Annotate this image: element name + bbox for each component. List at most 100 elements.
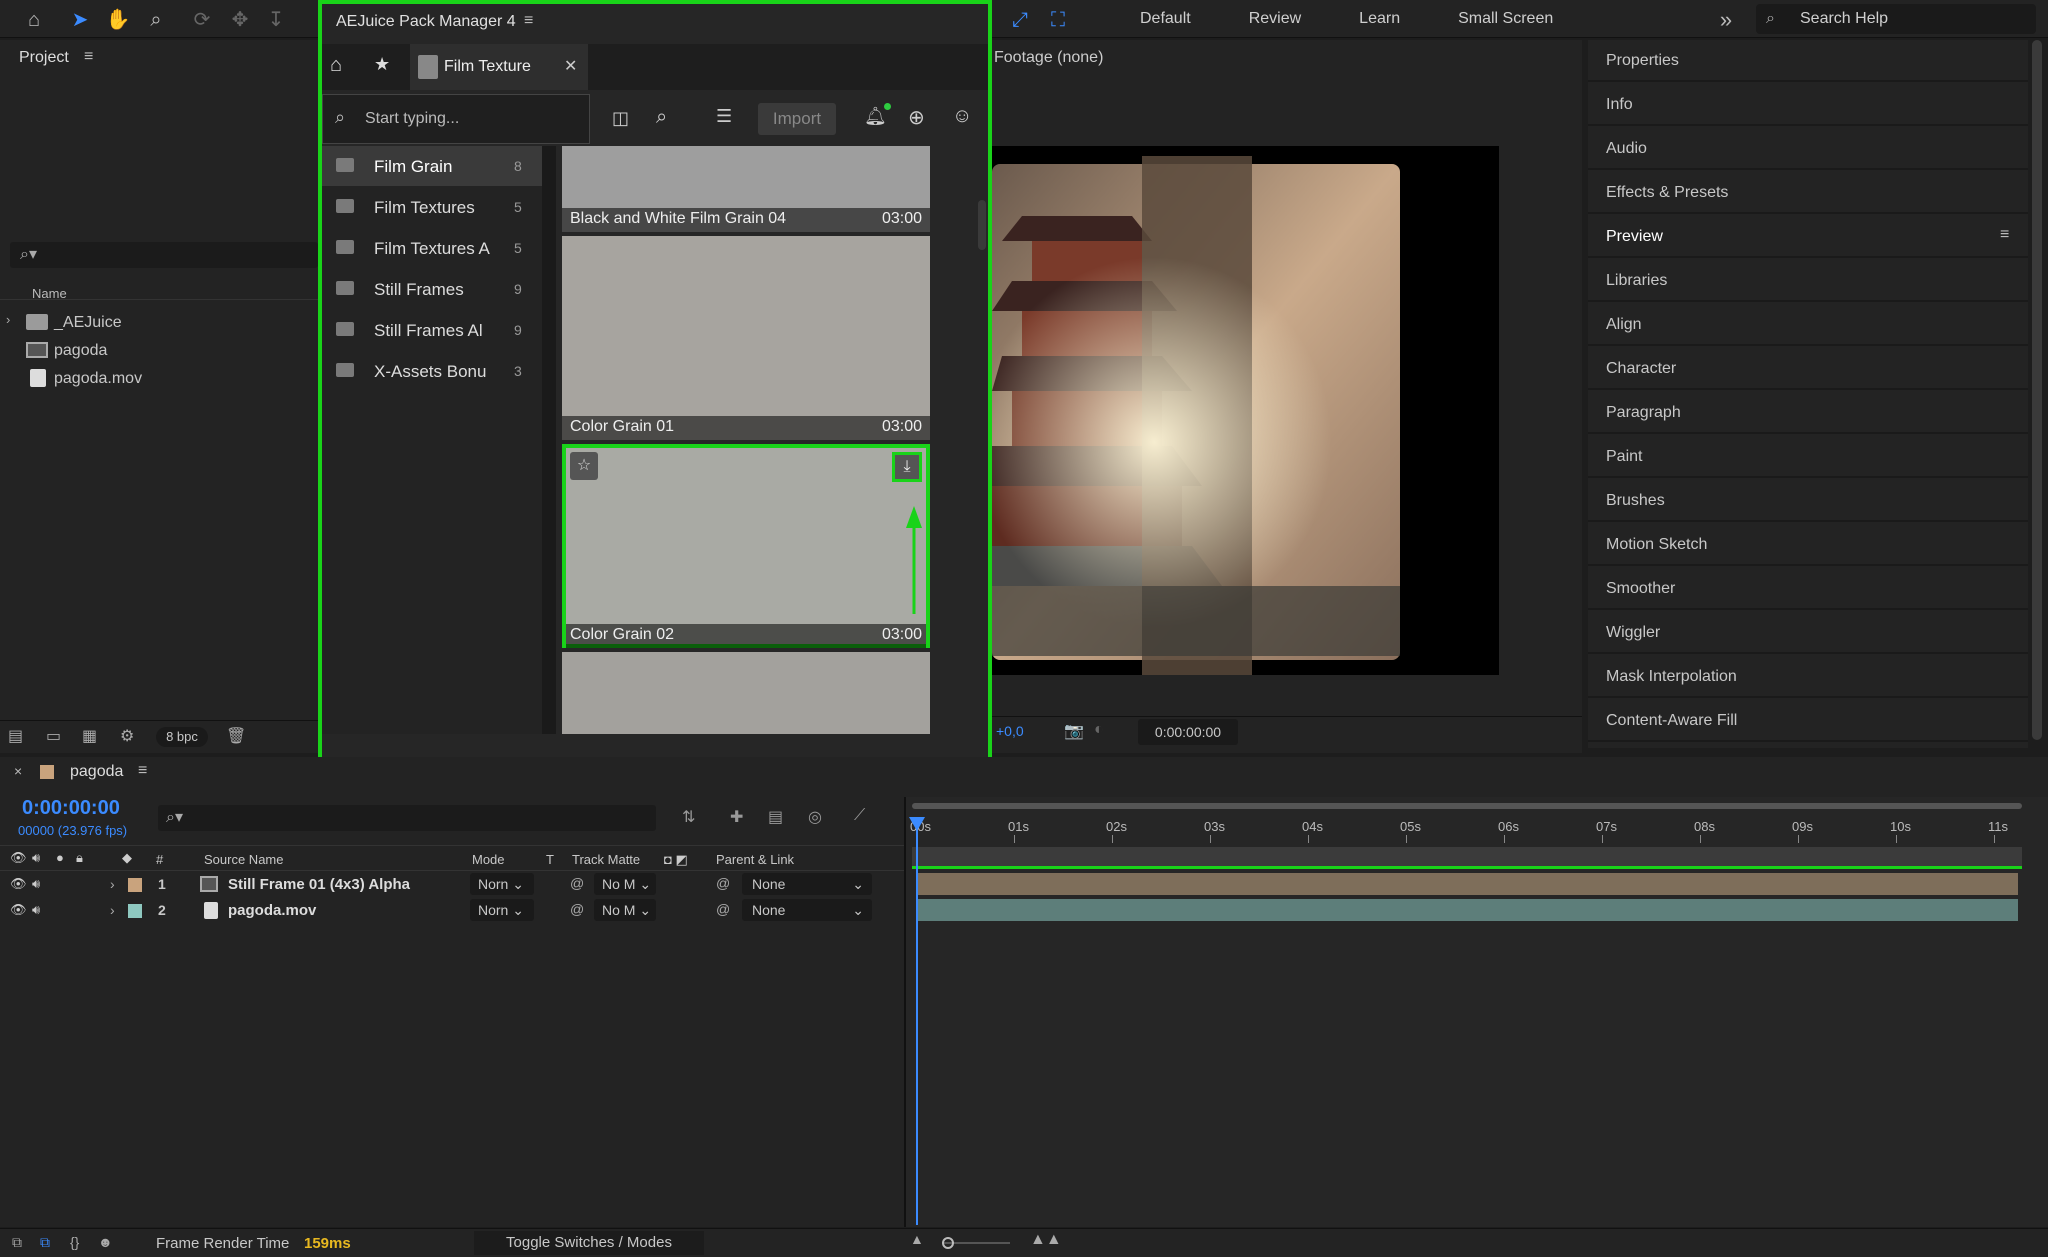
show-snapshot-icon[interactable]: ◐: [1094, 721, 1104, 739]
time-navigator[interactable]: [912, 803, 2022, 809]
parent-dropdown[interactable]: None ⌄: [742, 899, 872, 921]
workspace-learn[interactable]: Learn: [1359, 10, 1400, 28]
bell-icon[interactable]: 🔔︎: [864, 106, 887, 127]
track-matte-dropdown[interactable]: No M ⌄: [594, 899, 656, 921]
home-icon[interactable]: ⌂: [20, 6, 48, 34]
tab-film-texture[interactable]: Film Texture ✕: [410, 44, 588, 90]
panel-properties[interactable]: Properties: [1588, 40, 2028, 82]
close-icon[interactable]: ×: [14, 763, 22, 779]
category-scrollbar[interactable]: [542, 146, 556, 734]
layer-row[interactable]: 👁︎ 🔊︎ › 2 pagoda.mov Norn ⌄ @ No M ⌄ @ N…: [0, 899, 906, 923]
panel-paragraph[interactable]: Paragraph: [1588, 392, 2028, 434]
time-graph[interactable]: 00s 01s 02s 03s 04s 05s 06s 07s 08s 09s 10s 11s: [904, 797, 2048, 1227]
close-icon[interactable]: ✕: [564, 56, 577, 76]
audio-icon[interactable]: 🔊︎: [32, 876, 40, 892]
category-item[interactable]: X-Assets Bonu 3: [322, 351, 542, 391]
viewer-timecode[interactable]: 0:00:00:00: [1138, 719, 1238, 745]
favorite-star-icon[interactable]: ☆: [570, 452, 598, 480]
panel-mask-interpolation[interactable]: Mask Interpolation: [1588, 656, 2028, 698]
comp-flowchart-icon[interactable]: ⇅: [682, 807, 695, 827]
label-color-swatch[interactable]: [128, 904, 142, 918]
zoom-slider-handle[interactable]: [942, 1237, 954, 1249]
eye-icon[interactable]: 👁︎: [10, 876, 27, 892]
asset-card[interactable]: Color Grain 01 03:00: [562, 236, 930, 440]
asset-card[interactable]: Black and White Film Grain 04 03:00: [562, 146, 930, 232]
current-timecode[interactable]: 0:00:00:00: [22, 797, 120, 820]
panel-wiggler[interactable]: Wiggler: [1588, 612, 2028, 654]
zoom-in-icon[interactable]: ▲▲: [1030, 1231, 1062, 1249]
bit-depth-button[interactable]: 8 bpc: [156, 727, 208, 747]
comp-button-icon[interactable]: ⧉: [12, 1234, 22, 1251]
chevron-double-right-icon[interactable]: »: [1712, 6, 1740, 34]
selection-tool-icon[interactable]: ➤: [66, 6, 94, 34]
project-item[interactable]: pagoda.mov: [0, 366, 318, 390]
workspace-small-screen[interactable]: Small Screen: [1458, 10, 1553, 28]
time-ruler[interactable]: 00s 01s 02s 03s 04s 05s 06s 07s 08s 09s 10s 11s: [906, 817, 2048, 843]
project-settings-icon[interactable]: ⚙: [120, 726, 134, 746]
panel-motion-sketch[interactable]: Motion Sketch: [1588, 524, 2028, 566]
zoom-tool-icon[interactable]: ⌕: [142, 6, 170, 34]
home-icon[interactable]: ⌂: [330, 54, 342, 77]
motion-blur-icon[interactable]: ◎: [808, 807, 822, 827]
brackets-icon[interactable]: {}: [70, 1234, 79, 1250]
menu-icon[interactable]: ≡: [138, 762, 147, 780]
spiral-icon[interactable]: @: [570, 875, 584, 891]
panel-paint[interactable]: Paint: [1588, 436, 2028, 478]
pick-whip-icon[interactable]: @: [716, 875, 730, 891]
name-column-header[interactable]: Name: [32, 286, 67, 301]
mode-dropdown[interactable]: Norn ⌄: [470, 873, 534, 895]
category-item[interactable]: Film Textures 5: [322, 187, 542, 227]
render-icon[interactable]: ⧉: [40, 1234, 50, 1251]
menu-icon[interactable]: ≡: [524, 12, 533, 30]
track-matte-dropdown[interactable]: No M ⌄: [594, 873, 656, 895]
panel-smoother[interactable]: Smoother: [1588, 568, 2028, 610]
trash-icon[interactable]: 🗑: [226, 726, 246, 746]
workspace-review[interactable]: Review: [1249, 10, 1301, 28]
star-icon[interactable]: ★: [374, 54, 390, 75]
layer-search-input[interactable]: ⌕▾: [158, 805, 656, 831]
layer-row[interactable]: 👁︎ 🔊︎ › 1 Still Frame 01 (4x3) Alpha Nor…: [0, 873, 906, 897]
chevron-right-icon[interactable]: ›: [110, 876, 115, 892]
user-icon[interactable]: ☺: [952, 105, 972, 128]
frame-blending-icon[interactable]: ▤: [768, 807, 783, 827]
layer-bar[interactable]: [918, 899, 2018, 921]
draft-3d-icon[interactable]: ✚: [730, 807, 743, 827]
exposure-value[interactable]: +0,0: [996, 723, 1024, 739]
current-time-indicator[interactable]: [916, 821, 918, 1225]
project-search-input[interactable]: ⌕▾: [10, 242, 318, 268]
asset-card[interactable]: [562, 652, 930, 734]
hand-tool-icon[interactable]: ✋: [104, 6, 132, 34]
pick-whip-icon[interactable]: @: [716, 901, 730, 917]
import-button[interactable]: Import: [758, 103, 836, 135]
panel-character[interactable]: Character: [1588, 348, 2028, 390]
asset-card-selected[interactable]: ☆ ⤓ Color Grain 02 03:00: [562, 444, 930, 648]
label-color-swatch[interactable]: [128, 878, 142, 892]
camera-snapshot-icon[interactable]: 📷: [1064, 721, 1084, 741]
interpret-footage-icon[interactable]: ▤: [8, 726, 23, 746]
layer-bar[interactable]: [918, 873, 2018, 895]
category-item[interactable]: Film Textures A 5: [322, 228, 542, 268]
project-item[interactable]: pagoda: [0, 338, 318, 362]
filter-icon[interactable]: ☰: [716, 106, 732, 127]
audio-icon[interactable]: 🔊︎: [32, 902, 40, 918]
panel-preview[interactable]: Preview: [1588, 216, 2028, 258]
panel-content-aware-fill[interactable]: Content-Aware Fill: [1588, 700, 2028, 742]
search-input[interactable]: ⌕ Start typing...: [322, 94, 590, 144]
source-name-header[interactable]: Source Name: [204, 852, 283, 867]
mode-dropdown[interactable]: Norn ⌄: [470, 899, 534, 921]
panel-libraries[interactable]: Libraries: [1588, 260, 2028, 302]
category-item[interactable]: Film Grain 8: [322, 146, 542, 186]
search-help-input[interactable]: ⌕ Search Help: [1756, 4, 2036, 34]
toggle-switches-modes-button[interactable]: Toggle Switches / Modes: [474, 1231, 704, 1255]
search-icon[interactable]: ⌕: [656, 106, 667, 129]
panel-audio[interactable]: Audio: [1588, 128, 2028, 170]
panel-brushes[interactable]: Brushes: [1588, 480, 2028, 522]
composition-canvas[interactable]: [992, 146, 1499, 675]
sidebar-toggle-icon[interactable]: ◫: [612, 108, 629, 129]
project-item[interactable]: › _AEJuice: [0, 310, 318, 334]
work-area-bar[interactable]: [912, 847, 2022, 869]
zoom-out-icon[interactable]: ▲: [910, 1231, 924, 1247]
workspace-default[interactable]: Default: [1140, 10, 1191, 28]
parent-dropdown[interactable]: None ⌄: [742, 873, 872, 895]
snapping-icon[interactable]: ⤢: [1006, 6, 1034, 34]
